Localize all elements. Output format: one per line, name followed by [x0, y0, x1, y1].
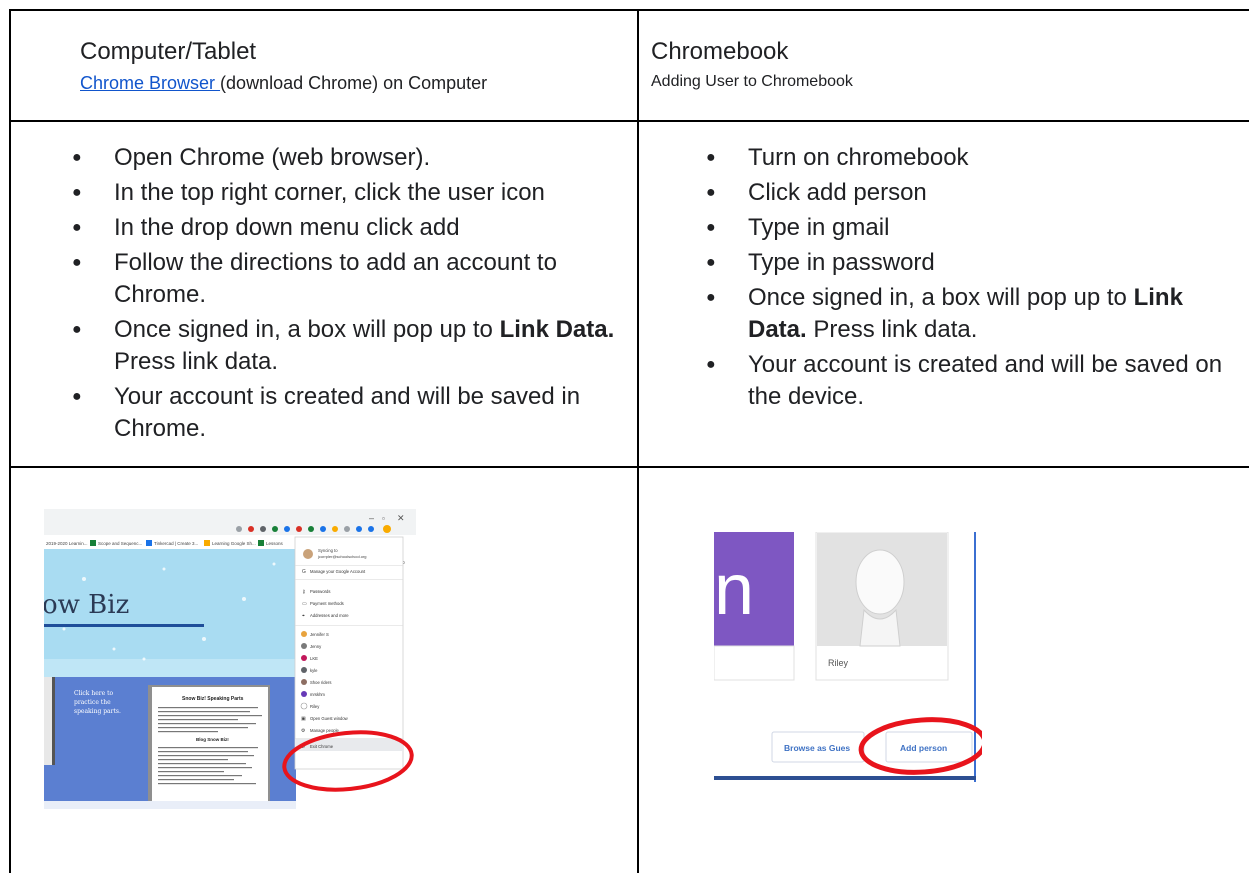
chrome-profile-menu-screenshot: – ▫ ✕ 2019-2020 Learnin... Scope and Seq…	[44, 509, 416, 809]
svg-text:G: G	[302, 569, 306, 575]
svg-text:Snow Biz! Speaking Parts: Snow Biz! Speaking Parts	[182, 696, 244, 702]
svg-text:Blog Snow Biz!: Blog Snow Biz!	[196, 737, 229, 742]
svg-text:Payment methods: Payment methods	[310, 601, 344, 606]
step-text: Turn on chromebook	[748, 144, 969, 171]
svg-text:▣: ▣	[301, 716, 306, 722]
step-text: Open Chrome (web browser).	[114, 144, 431, 171]
svg-text:Shoe riders: Shoe riders	[310, 680, 331, 685]
svg-text:Jenny: Jenny	[310, 644, 322, 649]
chromebook-step: Your account is created and will be save…	[700, 349, 1245, 413]
svg-text:speaking parts.: speaking parts.	[74, 708, 121, 715]
svg-text:mrskhm: mrskhm	[310, 692, 325, 697]
svg-text:Riley: Riley	[828, 658, 849, 668]
svg-text:practice the: practice the	[74, 699, 111, 706]
step-text: Once signed in, a box will pop up to	[748, 284, 1134, 311]
chromebook-steps: Turn on chromebook Click add person Type i…	[700, 142, 1245, 416]
table-border-top	[9, 9, 1249, 11]
step-text: In the top right corner, click the user …	[114, 179, 545, 206]
chromebook-step: Turn on chromebook	[700, 142, 1245, 174]
step-text: Type in gmail	[748, 214, 890, 241]
computer-step: In the drop down menu click add	[66, 212, 626, 244]
svg-text:Manage your Google Account: Manage your Google Account	[310, 569, 366, 574]
chromebook-add-person-screenshot: n Riley Browse as Gues Add person	[714, 532, 982, 782]
svg-text:⚷: ⚷	[302, 589, 306, 595]
step-text: Follow the directions to add an account …	[114, 249, 557, 308]
chromebook-step: Click add person	[700, 177, 1245, 209]
table-border-left	[9, 9, 11, 873]
svg-text:LKE: LKE	[310, 656, 318, 661]
svg-text:Passwords: Passwords	[310, 589, 330, 594]
svg-text:2019-2020 Learnin...: 2019-2020 Learnin...	[46, 541, 88, 546]
step-text: Click add person	[748, 179, 927, 206]
chromebook-steps-list: Turn on chromebook Click add person Type i…	[700, 142, 1245, 413]
svg-text:Jennifer S: Jennifer S	[310, 632, 329, 637]
chromebook-step: Type in password	[700, 247, 1245, 279]
download-chrome-note: (download Chrome) on Computer	[220, 73, 488, 93]
chrome-browser-link[interactable]: Chrome Browser	[80, 73, 220, 93]
step-text: Type in password	[748, 249, 935, 276]
svg-text:kyle: kyle	[310, 668, 318, 673]
computer-steps: Open Chrome (web browser). In the top rig…	[66, 142, 626, 448]
computer-steps-list: Open Chrome (web browser). In the top rig…	[66, 142, 626, 445]
svg-text:Riley: Riley	[310, 704, 320, 709]
svg-text:Tinkercad | Create 3...: Tinkercad | Create 3...	[154, 541, 198, 546]
svg-text:▫: ▫	[382, 514, 385, 523]
svg-text:Syncing to: Syncing to	[318, 548, 338, 553]
table-row-divider-2	[9, 466, 1249, 468]
header-chromebook: Chromebook Adding User to Chromebook	[651, 38, 853, 92]
svg-text:⌖: ⌖	[302, 613, 305, 619]
step-text: Press link data.	[806, 316, 978, 343]
computer-step: Once signed in, a box will pop up to Lin…	[66, 314, 626, 378]
header-computer-tablet: Computer/Tablet Chrome Browser (download…	[80, 38, 487, 94]
step-text: Press link data.	[114, 348, 279, 375]
svg-text:Scope and Sequenc...: Scope and Sequenc...	[98, 541, 142, 546]
step-text: Your account is created and will be save…	[748, 351, 1223, 410]
svg-text:–: –	[369, 513, 374, 523]
computer-tablet-title: Computer/Tablet	[80, 38, 257, 65]
computer-step: Your account is created and will be save…	[66, 381, 626, 445]
computer-step: In the top right corner, click the user …	[66, 177, 626, 209]
svg-text:Manage people: Manage people	[310, 728, 340, 733]
svg-text:⚙: ⚙	[301, 728, 306, 734]
chromebook-step: Once signed in, a box will pop up to Lin…	[700, 282, 1245, 346]
svg-text:Browse as Gues: Browse as Gues	[784, 743, 850, 753]
computer-step: Open Chrome (web browser).	[66, 142, 626, 174]
svg-text:Add person: Add person	[900, 743, 947, 753]
svg-text:jcorrpler@schoolschool.org: jcorrpler@schoolschool.org	[317, 554, 367, 559]
chromebook-title: Chromebook	[651, 38, 789, 65]
computer-step: Follow the directions to add an account …	[66, 247, 626, 311]
table-row-divider-1	[9, 120, 1249, 122]
svg-text:▭: ▭	[302, 601, 307, 607]
svg-text:Click here to: Click here to	[74, 690, 113, 697]
step-text: Once signed in, a box will pop up to	[114, 316, 500, 343]
table-border-middle	[637, 9, 639, 873]
step-text: In the drop down menu click add	[114, 214, 460, 241]
svg-text:ow Biz: ow Biz	[44, 590, 129, 620]
svg-text:Learning Google Sh...: Learning Google Sh...	[212, 541, 256, 546]
svg-text:Lessons: Lessons	[266, 541, 284, 546]
svg-text:Exit Chrome: Exit Chrome	[310, 744, 334, 749]
svg-text:Open Guest window: Open Guest window	[310, 716, 349, 721]
step-text: Your account is created and will be save…	[114, 383, 581, 442]
svg-text:✕: ✕	[397, 513, 405, 523]
chromebook-subtitle: Adding User to Chromebook	[651, 73, 853, 90]
chromebook-step: Type in gmail	[700, 212, 1245, 244]
step-bold-text: Link Data.	[499, 316, 615, 343]
profile-tile-letter: n	[714, 550, 754, 630]
svg-text:Addresses and more: Addresses and more	[310, 613, 349, 618]
